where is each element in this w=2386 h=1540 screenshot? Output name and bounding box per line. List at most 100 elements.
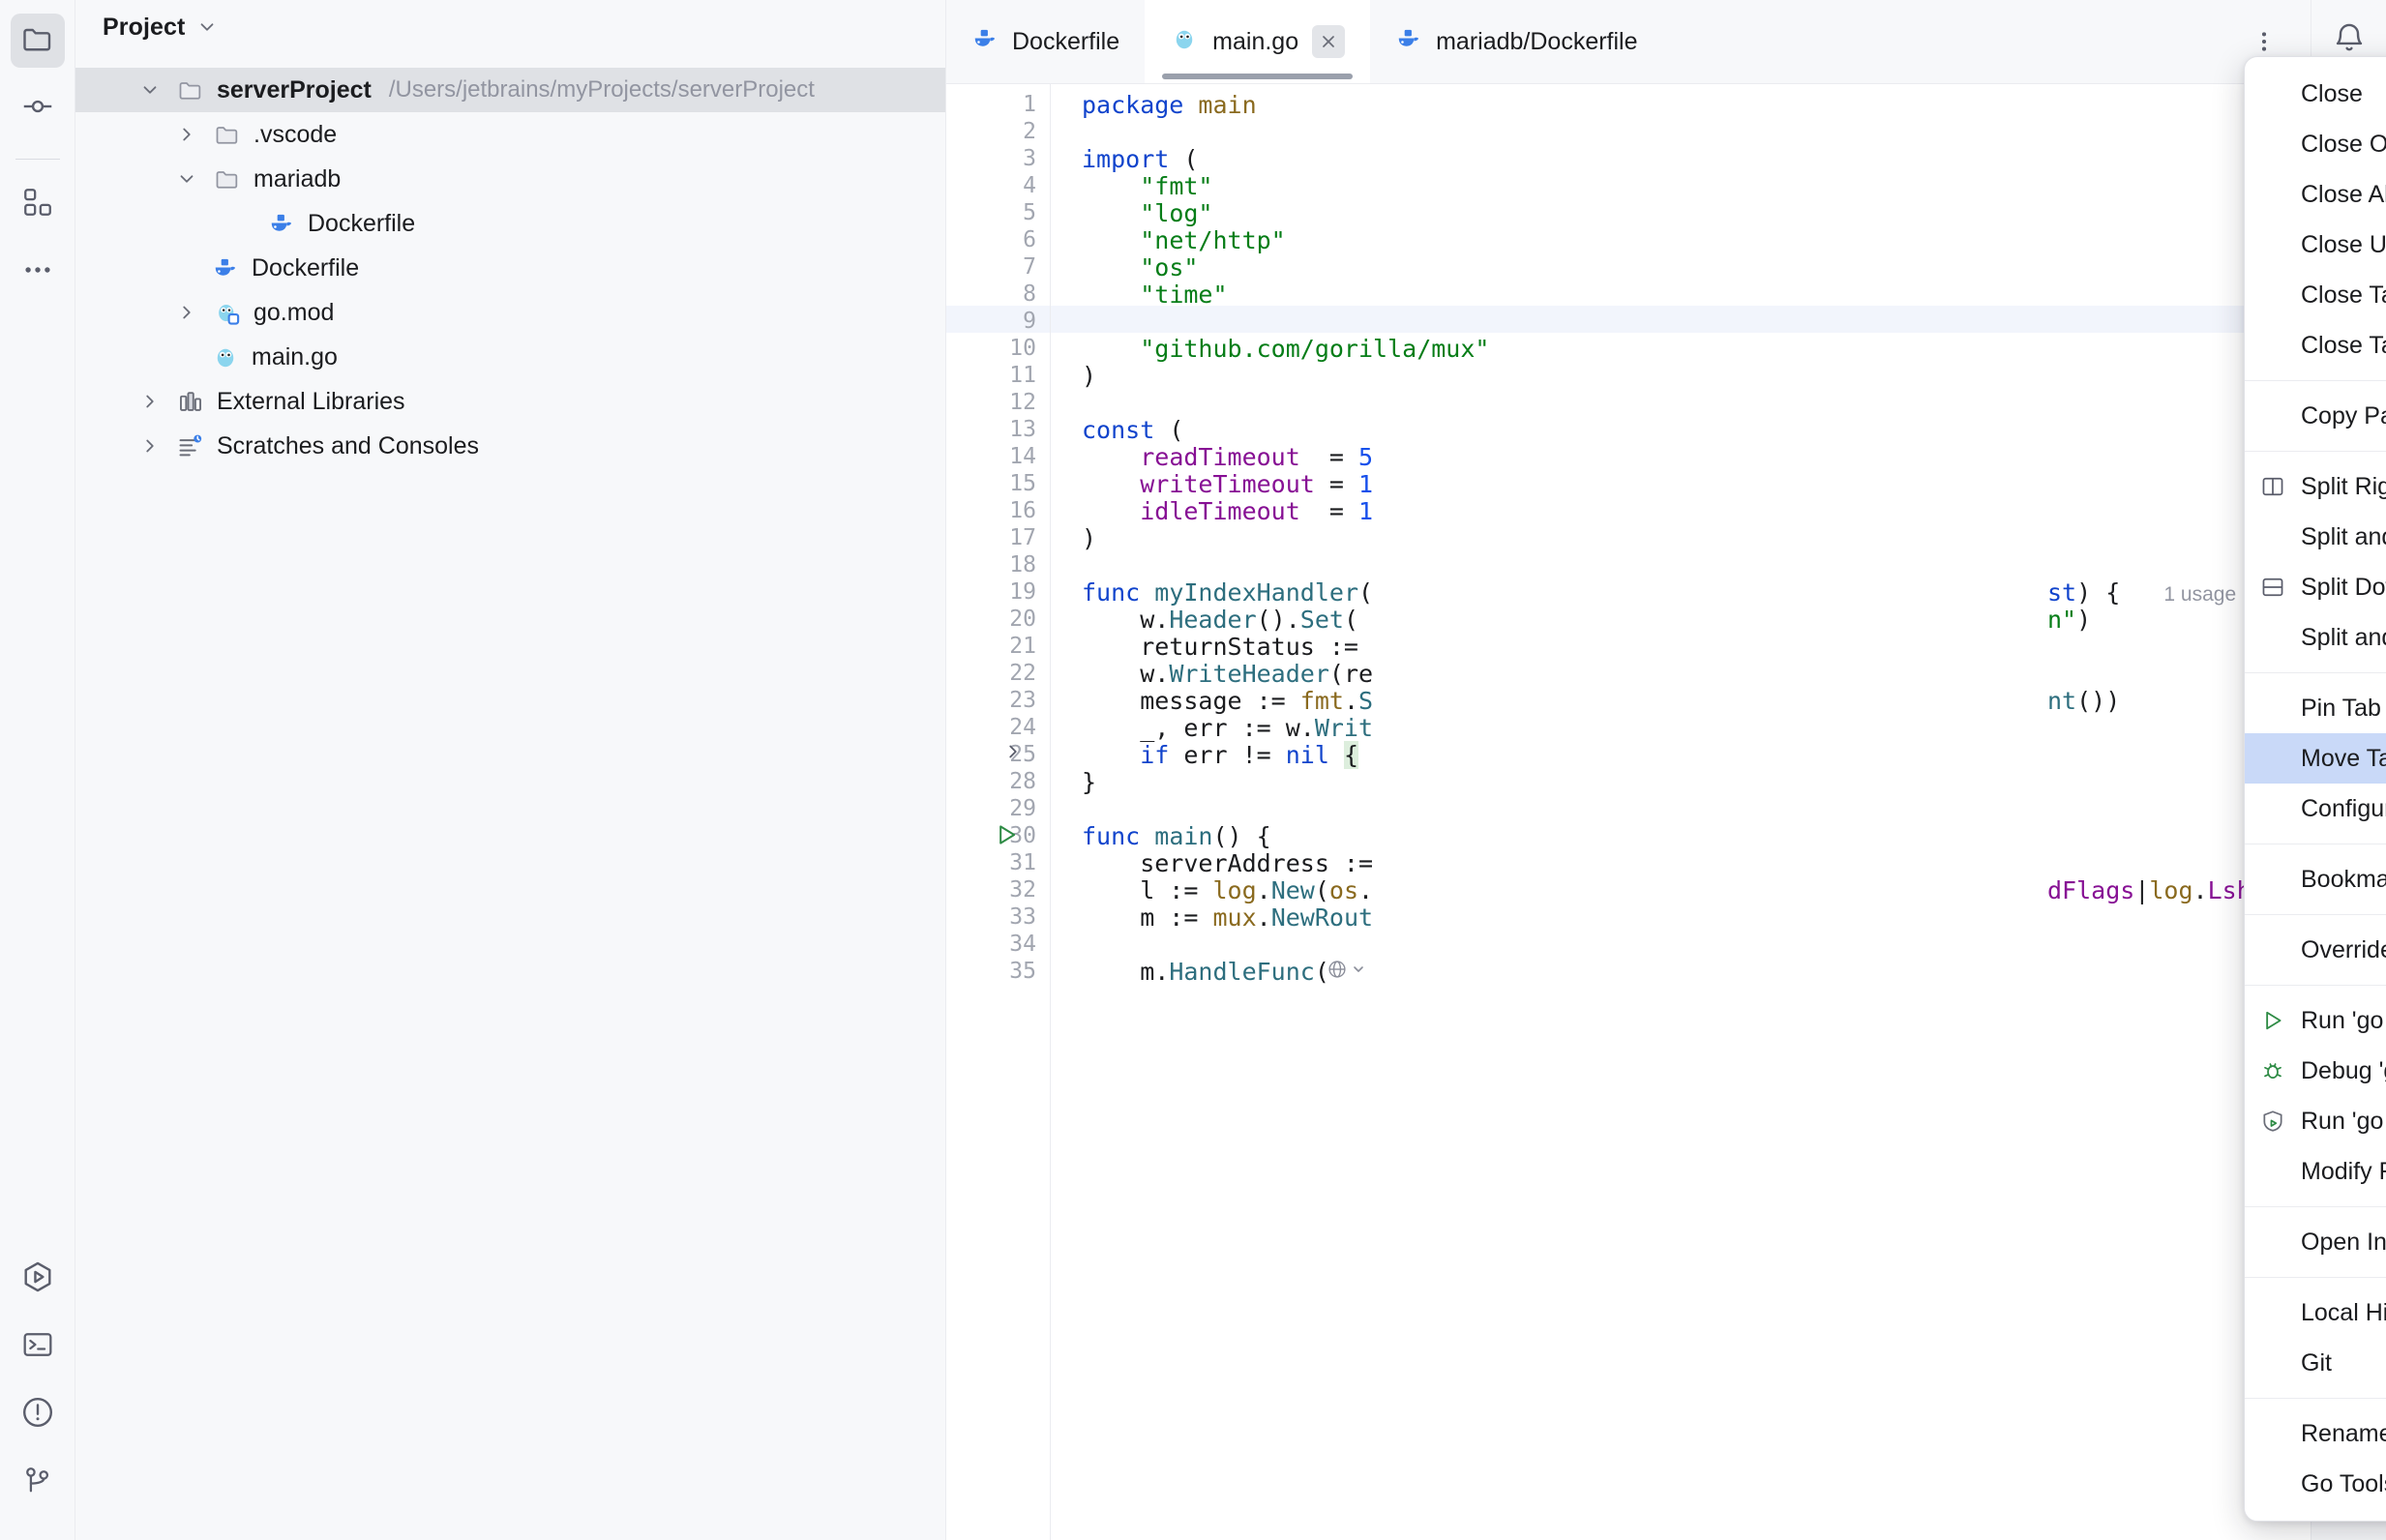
sidebar-item-structure[interactable] [11, 177, 65, 231]
chevron-right-icon[interactable] [172, 302, 201, 323]
coverage-icon [2260, 1109, 2301, 1134]
tree-item-label: .vscode [254, 121, 337, 149]
menu-separator [2245, 451, 2386, 452]
menu-item-move-tab-to-new-window[interactable]: Move Tab to New Window⇧F4 [2245, 733, 2386, 784]
tree-item-vscode[interactable]: .vscode [75, 112, 945, 157]
menu-item-split-down[interactable]: Split Down [2245, 562, 2386, 612]
sidebar-item-terminal[interactable] [11, 1319, 65, 1374]
menu-item-local-history[interactable]: Local History [2245, 1288, 2386, 1338]
sidebar-item-project[interactable] [11, 14, 65, 68]
web-reference-inlay-icon[interactable] [1327, 959, 1366, 986]
menu-item-close-other-tabs[interactable]: Close Other Tabs [2245, 119, 2386, 169]
sidebar-item-more[interactable] [11, 245, 65, 299]
left-activity-bar [0, 0, 75, 1540]
menu-item-run-go-build-main-go-with-coverage[interactable]: Run 'go build main.go' with Coverage [2245, 1096, 2386, 1146]
editor-gutter[interactable]: 1234567891011121314151617181920212223242… [946, 84, 1051, 1540]
menu-item-close-tabs-to-the-right[interactable]: Close Tabs to the Right [2245, 320, 2386, 370]
gutter-line-number: 12 [1009, 390, 1036, 415]
chevron-right-icon[interactable] [172, 124, 201, 145]
sidebar-item-commit[interactable] [11, 81, 65, 135]
menu-item-label: Close Other Tabs [2301, 131, 2386, 159]
menu-item-label: Override File Type [2301, 936, 2386, 964]
menu-item-rename-file[interactable]: Rename File... [2245, 1408, 2386, 1459]
docker-icon [971, 25, 999, 59]
tab-label: mariadb/Dockerfile [1436, 28, 1637, 56]
menu-item-git[interactable]: Git [2245, 1338, 2386, 1388]
tree-item-mariadb-dockerfile[interactable]: Dockerfile [75, 201, 945, 246]
tree-item-serverProject[interactable]: serverProject /Users/jetbrains/myProject… [75, 68, 945, 112]
tree-item-go-mod[interactable]: go.mod [75, 290, 945, 335]
menu-item-close[interactable]: Close⌘W [2245, 69, 2386, 119]
gutter-line-number: 2 [1023, 119, 1036, 144]
menu-item-split-and-move-right[interactable]: Split and Move Right [2245, 512, 2386, 562]
chevron-down-icon[interactable] [135, 79, 164, 101]
sidebar-item-run[interactable] [11, 1252, 65, 1306]
code-line: const ( [1082, 417, 1183, 444]
code-line: "net/http" [1082, 227, 1286, 254]
menu-item-label: Split and Move Right [2301, 523, 2386, 551]
code-line: writeTimeout = 1 [1082, 471, 1373, 498]
tree-item-label: Scratches and Consoles [217, 432, 479, 460]
chevron-right-icon[interactable] [135, 391, 164, 412]
editor-body[interactable]: 1234567891011121314151617181920212223242… [946, 83, 2311, 1540]
menu-item-go-tools[interactable]: Go Tools [2245, 1459, 2386, 1509]
menu-item-override-file-type[interactable]: Override File Type [2245, 925, 2386, 975]
code-line: "github.com/gorilla/mux" [1082, 336, 1489, 363]
folder-icon [20, 21, 55, 61]
tree-item-label: Dockerfile [308, 210, 415, 238]
project-tool-window: Project serverProject /Users/jetbrains/m… [75, 0, 946, 1540]
editor-tab-bar: Dockerfile main.go [946, 0, 2311, 83]
folder-icon [174, 76, 207, 104]
code-fold-arrow-icon[interactable] [1002, 741, 1024, 767]
editor-code[interactable]: package mainimport ( "fmt" "log" "net/ht… [1051, 84, 2311, 1540]
gutter-line-number: 6 [1023, 227, 1036, 252]
sidebar-item-version-control[interactable] [11, 1455, 65, 1509]
close-icon[interactable] [1312, 25, 1345, 58]
split-down-icon [2260, 575, 2301, 600]
menu-item-label: Rename File... [2301, 1420, 2386, 1448]
ide-window: Project serverProject /Users/jetbrains/m… [0, 0, 2386, 1540]
menu-item-copy-path-reference[interactable]: Copy Path/Reference... [2245, 391, 2386, 441]
menu-item-debug-go-build-main-go[interactable]: Debug 'go build main.go'⌃⇧D [2245, 1046, 2386, 1096]
chevron-right-icon[interactable] [135, 435, 164, 457]
tab-main-go[interactable]: main.go [1145, 0, 1370, 83]
run-gutter-icon[interactable] [993, 821, 1020, 853]
menu-item-label: Configure Editor Tabs... [2301, 795, 2386, 823]
menu-item-run-go-build-main-go[interactable]: Run 'go build main.go'⌃⇧R [2245, 995, 2386, 1046]
tree-item-dockerfile[interactable]: Dockerfile [75, 246, 945, 290]
code-line: import ( [1082, 146, 1198, 173]
menu-item-label: Copy Path/Reference... [2301, 402, 2386, 430]
go-mod-icon [211, 298, 244, 327]
gutter-line-number: 34 [1009, 932, 1036, 957]
menu-item-configure-editor-tabs[interactable]: Configure Editor Tabs... [2245, 784, 2386, 834]
menu-item-pin-tab[interactable]: Pin Tab [2245, 683, 2386, 733]
tree-item-mariadb[interactable]: mariadb [75, 157, 945, 201]
tree-item-external-libraries[interactable]: External Libraries [75, 379, 945, 424]
gutter-line-number: 8 [1023, 281, 1036, 307]
menu-item-bookmarks[interactable]: Bookmarks [2245, 854, 2386, 904]
docker-icon [265, 210, 298, 237]
chevron-down-icon[interactable] [196, 16, 218, 38]
sidebar-item-problems[interactable] [11, 1387, 65, 1441]
tree-item-main-go[interactable]: main.go [75, 335, 945, 379]
code-line: returnStatus := [1082, 634, 1358, 661]
editor-tab-context-menu: Close⌘W Close Other Tabs Close All Tabs Clo… [2244, 56, 2386, 1522]
tab-dockerfile[interactable]: Dockerfile [946, 0, 1145, 83]
menu-item-label: Close [2301, 80, 2386, 108]
menu-item-modify-run-configuration[interactable]: Modify Run Configuration... [2245, 1146, 2386, 1197]
menu-item-close-tabs-to-the-left[interactable]: Close Tabs to the Left [2245, 270, 2386, 320]
tree-item-scratches-and-consoles[interactable]: Scratches and Consoles [75, 424, 945, 468]
tab-mariadb-dockerfile[interactable]: mariadb/Dockerfile [1370, 0, 1662, 83]
menu-item-split-right[interactable]: Split Right [2245, 461, 2386, 512]
menu-item-close-all-tabs[interactable]: Close All Tabs [2245, 169, 2386, 220]
menu-item-close-unmodified-tabs[interactable]: Close Unmodified Tabs [2245, 220, 2386, 270]
menu-item-label: Split and Move Down [2301, 624, 2386, 652]
menu-item-split-and-move-down[interactable]: Split and Move Down [2245, 612, 2386, 663]
gutter-line-number: 3 [1023, 146, 1036, 171]
menu-item-label: Close Unmodified Tabs [2301, 231, 2386, 259]
code-line: message := fmt.S [1082, 688, 1373, 715]
chevron-down-icon[interactable] [172, 168, 201, 190]
tree-item-label: go.mod [254, 299, 334, 327]
code-line: ) [1082, 525, 1096, 552]
menu-item-open-in[interactable]: Open In [2245, 1217, 2386, 1267]
